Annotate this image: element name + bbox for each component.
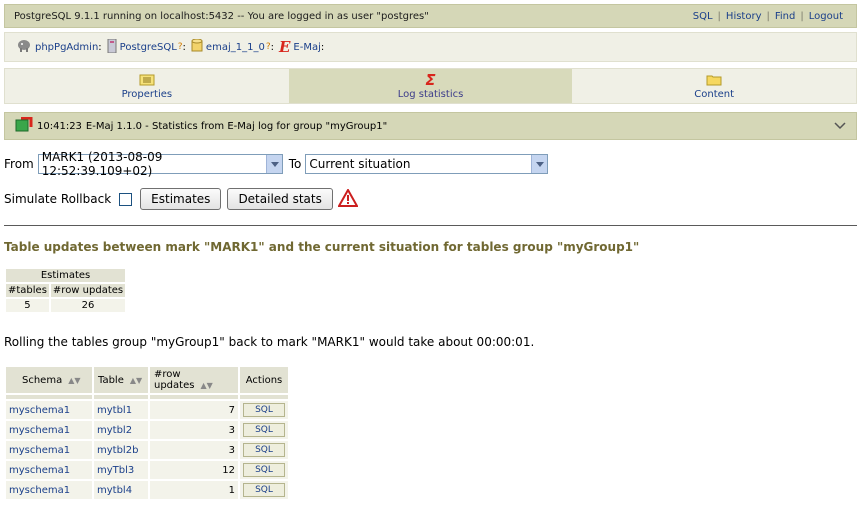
tab-label: Properties [121, 88, 173, 100]
breadcrumb-server[interactable]: PostgreSQL?: [107, 38, 191, 56]
folder-icon [706, 73, 722, 87]
from-select[interactable]: MARK1 (2013-08-09 12:52:39.109+02) [37, 150, 283, 178]
simulate-checkbox[interactable] [119, 192, 133, 206]
sort-icon: ▲▼ [68, 375, 81, 385]
table-row: myschema1 mytbl4 1 SQL [6, 481, 288, 499]
detailed-stats-button[interactable]: Detailed stats [227, 188, 333, 210]
column-header-actions: Actions [240, 367, 288, 393]
row-updates-value: 3 [150, 441, 238, 459]
table-link[interactable]: mytbl1 [97, 405, 132, 416]
sql-button[interactable]: SQL [243, 423, 285, 437]
database-link[interactable]: emaj_1_1_0 [206, 42, 265, 53]
chevron-down-icon[interactable] [834, 122, 846, 133]
elephant-icon [16, 39, 32, 56]
chevron-down-icon [531, 155, 548, 173]
tab-label: Content [694, 88, 735, 100]
simulate-label: Simulate Rollback [4, 192, 112, 206]
tab-log-statistics[interactable]: Σ Log statistics [288, 69, 573, 103]
schema-link[interactable]: myschema1 [9, 425, 70, 436]
refresh-icon[interactable] [15, 116, 33, 136]
tab-label: Log statistics [397, 88, 464, 100]
column-header-schema[interactable]: Schema ▲▼ [6, 367, 92, 393]
breadcrumb-app[interactable]: phpPgAdmin: [16, 39, 107, 56]
warning-icon [337, 187, 359, 210]
schema-link[interactable]: myschema1 [9, 485, 70, 496]
schema-link[interactable]: myschema1 [9, 405, 70, 416]
info-time: 10:41:23 [37, 120, 82, 132]
simulate-row: Simulate Rollback Estimates Detailed sta… [4, 187, 359, 210]
table-link[interactable]: mytbl2b [97, 445, 138, 456]
sql-link[interactable]: SQL [688, 11, 718, 22]
sql-button[interactable]: SQL [243, 403, 285, 417]
server-info: PostgreSQL 9.1.1 running on localhost:54… [14, 10, 429, 22]
row-updates-value: 7 [150, 401, 238, 419]
table-link[interactable]: mytbl4 [97, 485, 132, 496]
app-link[interactable]: phpPgAdmin [35, 42, 98, 53]
from-label: From [4, 157, 34, 171]
stats-table: Schema ▲▼ Table ▲▼ #row updates ▲▼ Actions … [4, 365, 290, 501]
emaj-icon: E [278, 38, 291, 56]
breadcrumb-plugin[interactable]: E E-Maj: [279, 38, 329, 56]
table-link[interactable]: mytbl2 [97, 425, 132, 436]
table-row: myschema1 mytbl2 3 SQL [6, 421, 288, 439]
table-row: myschema1 myTbl3 12 SQL [6, 461, 288, 479]
breadcrumb: phpPgAdmin: PostgreSQL?: emaj_1_1_0?: E … [4, 32, 857, 62]
estimates-caption: Estimates [6, 269, 126, 282]
schema-link[interactable]: myschema1 [9, 445, 70, 456]
server-link[interactable]: PostgreSQL [120, 42, 177, 53]
server-icon [107, 38, 117, 56]
estimates-button[interactable]: Estimates [140, 188, 222, 210]
logout-link[interactable]: Logout [804, 11, 848, 22]
find-link[interactable]: Find [770, 11, 801, 22]
to-label: To [288, 157, 302, 171]
plugin-link[interactable]: E-Maj [293, 42, 320, 53]
sql-button[interactable]: SQL [243, 463, 285, 477]
schema-link[interactable]: myschema1 [9, 465, 70, 476]
database-icon [191, 38, 203, 56]
top-links: SQL | History | Find | Logout [688, 11, 848, 22]
tab-properties[interactable]: Properties [5, 69, 289, 103]
info-text: E-Maj 1.1.0 - Statistics from E-Maj log … [85, 120, 388, 132]
estimate-row-updates: 26 [50, 299, 126, 312]
section-title: Table updates between mark "MARK1" and t… [4, 240, 640, 254]
divider [4, 225, 857, 226]
column-header-row-updates[interactable]: #row updates ▲▼ [150, 367, 238, 393]
estimates-table: Estimates #tables #row updates 5 26 [4, 267, 127, 314]
row-updates-value: 12 [150, 461, 238, 479]
properties-icon [139, 73, 155, 87]
sigma-icon: Σ [425, 70, 436, 89]
sort-icon: ▲▼ [129, 375, 143, 385]
to-select[interactable]: Current situation [305, 154, 549, 174]
row-updates-value: 3 [150, 421, 238, 439]
header-tables: #tables [6, 284, 49, 297]
table-link[interactable]: myTbl3 [97, 465, 134, 476]
sql-button[interactable]: SQL [243, 483, 285, 497]
sql-button[interactable]: SQL [243, 443, 285, 457]
estimate-tables: 5 [6, 299, 49, 312]
info-bar: 10:41:23 E-Maj 1.1.0 - Statistics from E… [4, 112, 857, 140]
table-row: myschema1 mytbl2b 3 SQL [6, 441, 288, 459]
column-header-table[interactable]: Table ▲▼ [94, 367, 148, 393]
row-updates-value: 1 [150, 481, 238, 499]
header-row-updates: #row updates [50, 284, 126, 297]
top-bar: PostgreSQL 9.1.1 running on localhost:54… [4, 4, 857, 28]
tab-bar: Properties Σ Log statistics Content [4, 68, 857, 104]
breadcrumb-database[interactable]: emaj_1_1_0?: [191, 38, 279, 56]
rollback-message: Rolling the tables group "myGroup1" back… [4, 335, 535, 349]
table-row: myschema1 mytbl1 7 SQL [6, 401, 288, 419]
mark-range-row: From MARK1 (2013-08-09 12:52:39.109+02) … [4, 150, 549, 178]
sort-icon: ▲▼ [200, 381, 213, 390]
tab-content[interactable]: Content [572, 69, 856, 103]
chevron-down-icon [266, 155, 282, 173]
history-link[interactable]: History [721, 11, 767, 22]
